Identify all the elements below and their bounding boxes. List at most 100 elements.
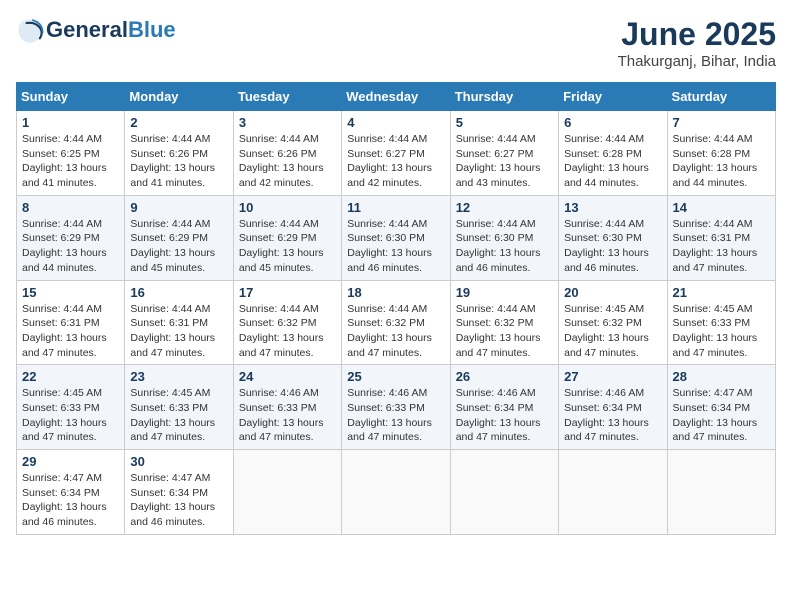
day-info: Sunrise: 4:47 AMSunset: 6:34 PMDaylight:… [673, 387, 758, 443]
day-info: Sunrise: 4:44 AMSunset: 6:27 PMDaylight:… [456, 133, 541, 189]
table-row: 22 Sunrise: 4:45 AMSunset: 6:33 PMDaylig… [17, 365, 125, 450]
day-number: 9 [130, 200, 227, 215]
day-info: Sunrise: 4:44 AMSunset: 6:31 PMDaylight:… [22, 303, 107, 359]
day-info: Sunrise: 4:46 AMSunset: 6:34 PMDaylight:… [564, 387, 649, 443]
day-number: 5 [456, 115, 553, 130]
day-number: 6 [564, 115, 661, 130]
day-number: 1 [22, 115, 119, 130]
day-info: Sunrise: 4:44 AMSunset: 6:31 PMDaylight:… [673, 218, 758, 274]
day-number: 4 [347, 115, 444, 130]
table-row: 4 Sunrise: 4:44 AMSunset: 6:27 PMDayligh… [342, 111, 450, 196]
title-block: June 2025 Thakurganj, Bihar, India [618, 16, 776, 70]
table-row: 25 Sunrise: 4:46 AMSunset: 6:33 PMDaylig… [342, 365, 450, 450]
logo-icon [16, 16, 44, 44]
day-number: 18 [347, 285, 444, 300]
day-info: Sunrise: 4:44 AMSunset: 6:28 PMDaylight:… [673, 133, 758, 189]
table-row: 7 Sunrise: 4:44 AMSunset: 6:28 PMDayligh… [667, 111, 775, 196]
table-row: 30 Sunrise: 4:47 AMSunset: 6:34 PMDaylig… [125, 450, 233, 535]
day-number: 24 [239, 369, 336, 384]
day-info: Sunrise: 4:47 AMSunset: 6:34 PMDaylight:… [22, 472, 107, 528]
day-number: 28 [673, 369, 770, 384]
day-number: 27 [564, 369, 661, 384]
table-row: 1 Sunrise: 4:44 AMSunset: 6:25 PMDayligh… [17, 111, 125, 196]
day-number: 30 [130, 454, 227, 469]
day-number: 16 [130, 285, 227, 300]
table-row: 12 Sunrise: 4:44 AMSunset: 6:30 PMDaylig… [450, 195, 558, 280]
day-number: 13 [564, 200, 661, 215]
day-number: 17 [239, 285, 336, 300]
day-number: 12 [456, 200, 553, 215]
table-row [559, 450, 667, 535]
table-row: 14 Sunrise: 4:44 AMSunset: 6:31 PMDaylig… [667, 195, 775, 280]
table-row: 9 Sunrise: 4:44 AMSunset: 6:29 PMDayligh… [125, 195, 233, 280]
day-number: 22 [22, 369, 119, 384]
day-info: Sunrise: 4:44 AMSunset: 6:28 PMDaylight:… [564, 133, 649, 189]
col-thursday: Thursday [450, 83, 558, 111]
day-number: 25 [347, 369, 444, 384]
calendar-table: Sunday Monday Tuesday Wednesday Thursday… [16, 82, 776, 535]
table-row: 23 Sunrise: 4:45 AMSunset: 6:33 PMDaylig… [125, 365, 233, 450]
table-row: 15 Sunrise: 4:44 AMSunset: 6:31 PMDaylig… [17, 280, 125, 365]
month-year: June 2025 [618, 16, 776, 53]
table-row [233, 450, 341, 535]
location: Thakurganj, Bihar, India [618, 53, 776, 70]
day-number: 2 [130, 115, 227, 130]
table-row: 17 Sunrise: 4:44 AMSunset: 6:32 PMDaylig… [233, 280, 341, 365]
table-row: 10 Sunrise: 4:44 AMSunset: 6:29 PMDaylig… [233, 195, 341, 280]
day-info: Sunrise: 4:45 AMSunset: 6:32 PMDaylight:… [564, 303, 649, 359]
day-info: Sunrise: 4:44 AMSunset: 6:31 PMDaylight:… [130, 303, 215, 359]
table-row: 3 Sunrise: 4:44 AMSunset: 6:26 PMDayligh… [233, 111, 341, 196]
day-info: Sunrise: 4:44 AMSunset: 6:29 PMDaylight:… [130, 218, 215, 274]
day-info: Sunrise: 4:44 AMSunset: 6:32 PMDaylight:… [347, 303, 432, 359]
day-info: Sunrise: 4:44 AMSunset: 6:30 PMDaylight:… [456, 218, 541, 274]
day-info: Sunrise: 4:44 AMSunset: 6:29 PMDaylight:… [239, 218, 324, 274]
table-row: 20 Sunrise: 4:45 AMSunset: 6:32 PMDaylig… [559, 280, 667, 365]
table-row: 2 Sunrise: 4:44 AMSunset: 6:26 PMDayligh… [125, 111, 233, 196]
table-row: 11 Sunrise: 4:44 AMSunset: 6:30 PMDaylig… [342, 195, 450, 280]
day-number: 3 [239, 115, 336, 130]
table-row [342, 450, 450, 535]
day-info: Sunrise: 4:44 AMSunset: 6:32 PMDaylight:… [456, 303, 541, 359]
day-info: Sunrise: 4:46 AMSunset: 6:33 PMDaylight:… [239, 387, 324, 443]
day-number: 21 [673, 285, 770, 300]
table-row: 28 Sunrise: 4:47 AMSunset: 6:34 PMDaylig… [667, 365, 775, 450]
day-info: Sunrise: 4:44 AMSunset: 6:30 PMDaylight:… [564, 218, 649, 274]
col-wednesday: Wednesday [342, 83, 450, 111]
page-header: GeneralBlue June 2025 Thakurganj, Bihar,… [16, 16, 776, 70]
calendar-week-row: 1 Sunrise: 4:44 AMSunset: 6:25 PMDayligh… [17, 111, 776, 196]
table-row: 24 Sunrise: 4:46 AMSunset: 6:33 PMDaylig… [233, 365, 341, 450]
day-number: 15 [22, 285, 119, 300]
table-row: 13 Sunrise: 4:44 AMSunset: 6:30 PMDaylig… [559, 195, 667, 280]
calendar-week-row: 22 Sunrise: 4:45 AMSunset: 6:33 PMDaylig… [17, 365, 776, 450]
logo: GeneralBlue [16, 16, 176, 44]
table-row: 19 Sunrise: 4:44 AMSunset: 6:32 PMDaylig… [450, 280, 558, 365]
day-info: Sunrise: 4:46 AMSunset: 6:34 PMDaylight:… [456, 387, 541, 443]
day-number: 11 [347, 200, 444, 215]
day-number: 19 [456, 285, 553, 300]
table-row: 16 Sunrise: 4:44 AMSunset: 6:31 PMDaylig… [125, 280, 233, 365]
day-number: 23 [130, 369, 227, 384]
table-row: 26 Sunrise: 4:46 AMSunset: 6:34 PMDaylig… [450, 365, 558, 450]
table-row: 21 Sunrise: 4:45 AMSunset: 6:33 PMDaylig… [667, 280, 775, 365]
day-number: 7 [673, 115, 770, 130]
table-row [667, 450, 775, 535]
day-number: 20 [564, 285, 661, 300]
day-number: 14 [673, 200, 770, 215]
table-row: 5 Sunrise: 4:44 AMSunset: 6:27 PMDayligh… [450, 111, 558, 196]
day-info: Sunrise: 4:45 AMSunset: 6:33 PMDaylight:… [673, 303, 758, 359]
day-info: Sunrise: 4:45 AMSunset: 6:33 PMDaylight:… [130, 387, 215, 443]
day-info: Sunrise: 4:44 AMSunset: 6:30 PMDaylight:… [347, 218, 432, 274]
table-row [450, 450, 558, 535]
day-number: 8 [22, 200, 119, 215]
day-info: Sunrise: 4:44 AMSunset: 6:26 PMDaylight:… [130, 133, 215, 189]
day-info: Sunrise: 4:44 AMSunset: 6:32 PMDaylight:… [239, 303, 324, 359]
table-row: 18 Sunrise: 4:44 AMSunset: 6:32 PMDaylig… [342, 280, 450, 365]
day-info: Sunrise: 4:45 AMSunset: 6:33 PMDaylight:… [22, 387, 107, 443]
table-row: 27 Sunrise: 4:46 AMSunset: 6:34 PMDaylig… [559, 365, 667, 450]
day-number: 29 [22, 454, 119, 469]
table-row: 29 Sunrise: 4:47 AMSunset: 6:34 PMDaylig… [17, 450, 125, 535]
calendar-week-row: 29 Sunrise: 4:47 AMSunset: 6:34 PMDaylig… [17, 450, 776, 535]
col-monday: Monday [125, 83, 233, 111]
day-info: Sunrise: 4:44 AMSunset: 6:25 PMDaylight:… [22, 133, 107, 189]
day-info: Sunrise: 4:47 AMSunset: 6:34 PMDaylight:… [130, 472, 215, 528]
